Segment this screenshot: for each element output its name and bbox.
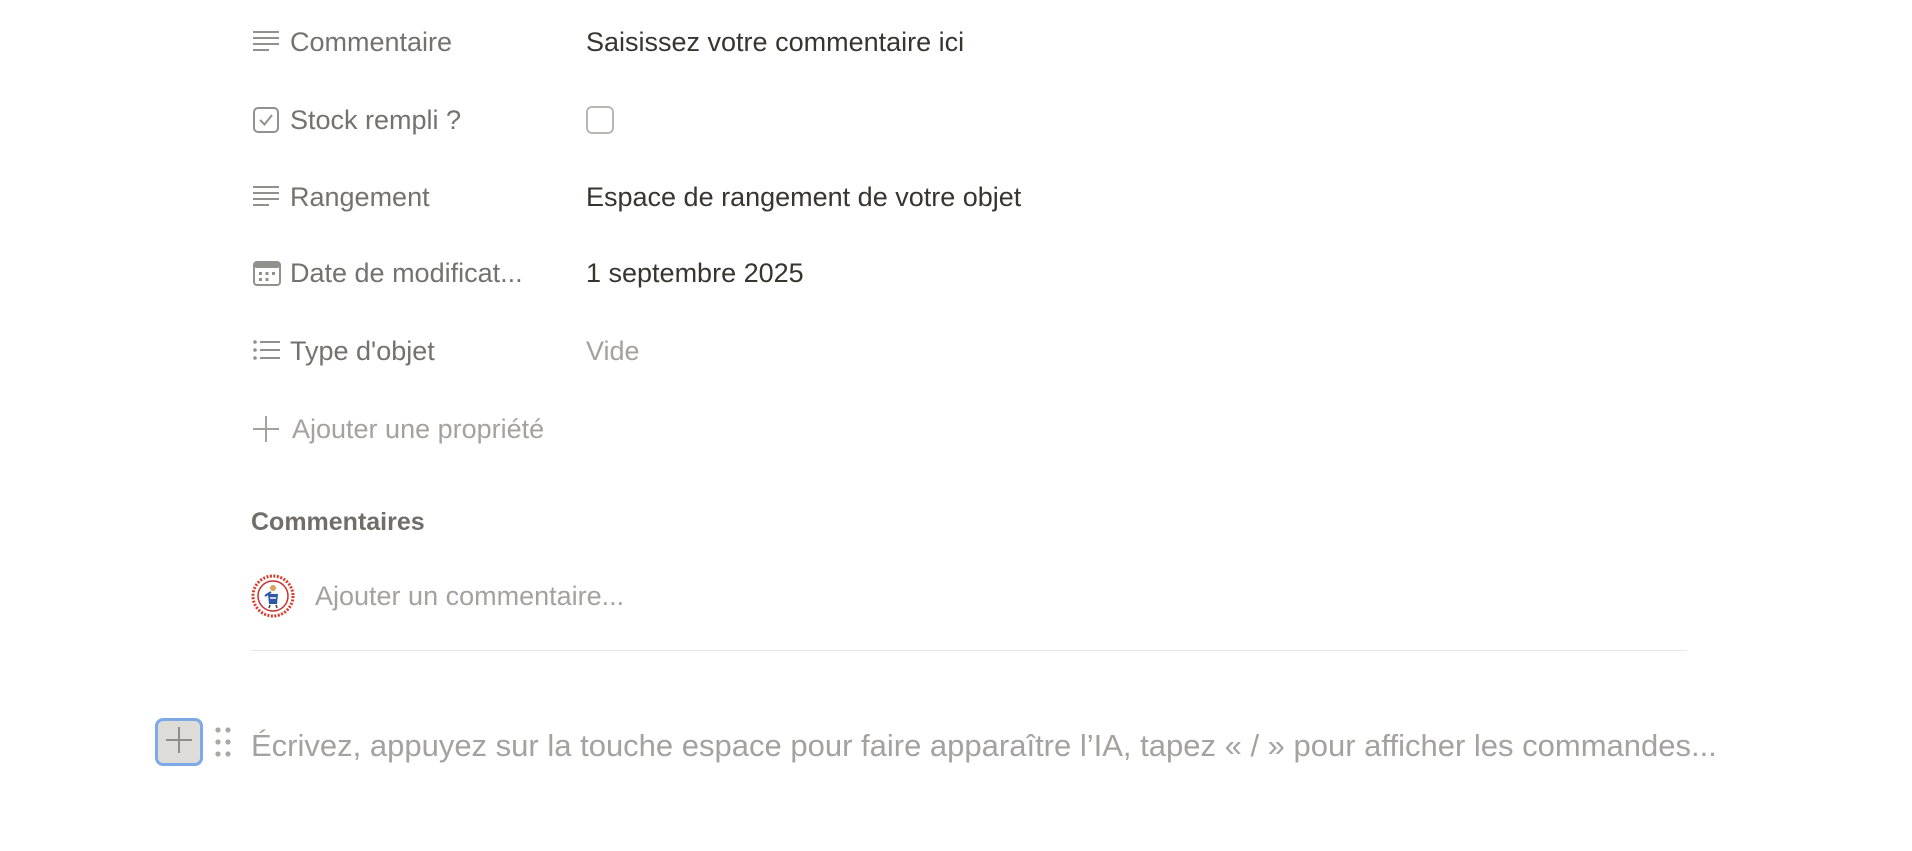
add-property-label: Ajouter une propriété — [292, 413, 545, 444]
property-name-stock-rempli[interactable]: Stock rempli ? — [246, 91, 586, 149]
plus-icon — [165, 726, 193, 759]
property-row-rangement: Rangement Espace de rangement de votre o… — [246, 168, 1686, 226]
divider — [251, 650, 1687, 651]
property-value-empty[interactable]: Vide — [586, 336, 640, 367]
comment-input[interactable]: Ajouter un commentaire... — [251, 570, 624, 622]
calendar-icon — [252, 258, 282, 288]
text-lines-icon — [252, 27, 282, 57]
plus-icon — [252, 415, 280, 443]
property-row-stock-rempli: Stock rempli ? — [246, 91, 1686, 149]
add-property-button[interactable]: Ajouter une propriété — [246, 401, 544, 457]
property-value[interactable]: Saisissez votre commentaire ici — [586, 27, 964, 58]
property-value[interactable]: Espace de rangement de votre objet — [586, 182, 1021, 213]
drag-handle-icon[interactable] — [213, 725, 233, 759]
list-icon — [252, 336, 282, 366]
text-lines-icon — [252, 182, 282, 212]
property-row-date-modification: Date de modificat... 1 septembre 2025 — [246, 244, 1686, 302]
property-label: Commentaire — [290, 26, 453, 57]
property-label: Rangement — [290, 181, 430, 212]
property-label: Date de modificat... — [290, 257, 523, 288]
property-value[interactable]: 1 septembre 2025 — [586, 258, 804, 289]
stock-checkbox[interactable] — [586, 106, 614, 134]
property-name-date-modification[interactable]: Date de modificat... — [246, 244, 586, 302]
property-row-type-objet: Type d'objet Vide — [246, 322, 1686, 380]
property-label: Stock rempli ? — [290, 104, 462, 135]
checkbox-icon — [252, 105, 282, 135]
property-name-type-objet[interactable]: Type d'objet — [246, 322, 586, 380]
avatar — [251, 574, 295, 618]
editor-placeholder[interactable]: Écrivez, appuyez sur la touche espace po… — [251, 722, 1771, 770]
add-block-button[interactable] — [155, 718, 203, 766]
comment-placeholder: Ajouter un commentaire... — [315, 580, 625, 611]
property-name-commentaire[interactable]: Commentaire — [246, 13, 586, 71]
property-name-rangement[interactable]: Rangement — [246, 168, 586, 226]
property-label: Type d'objet — [290, 335, 435, 366]
property-row-commentaire: Commentaire Saisissez votre commentaire … — [246, 13, 1686, 71]
comments-title: Commentaires — [251, 508, 425, 536]
